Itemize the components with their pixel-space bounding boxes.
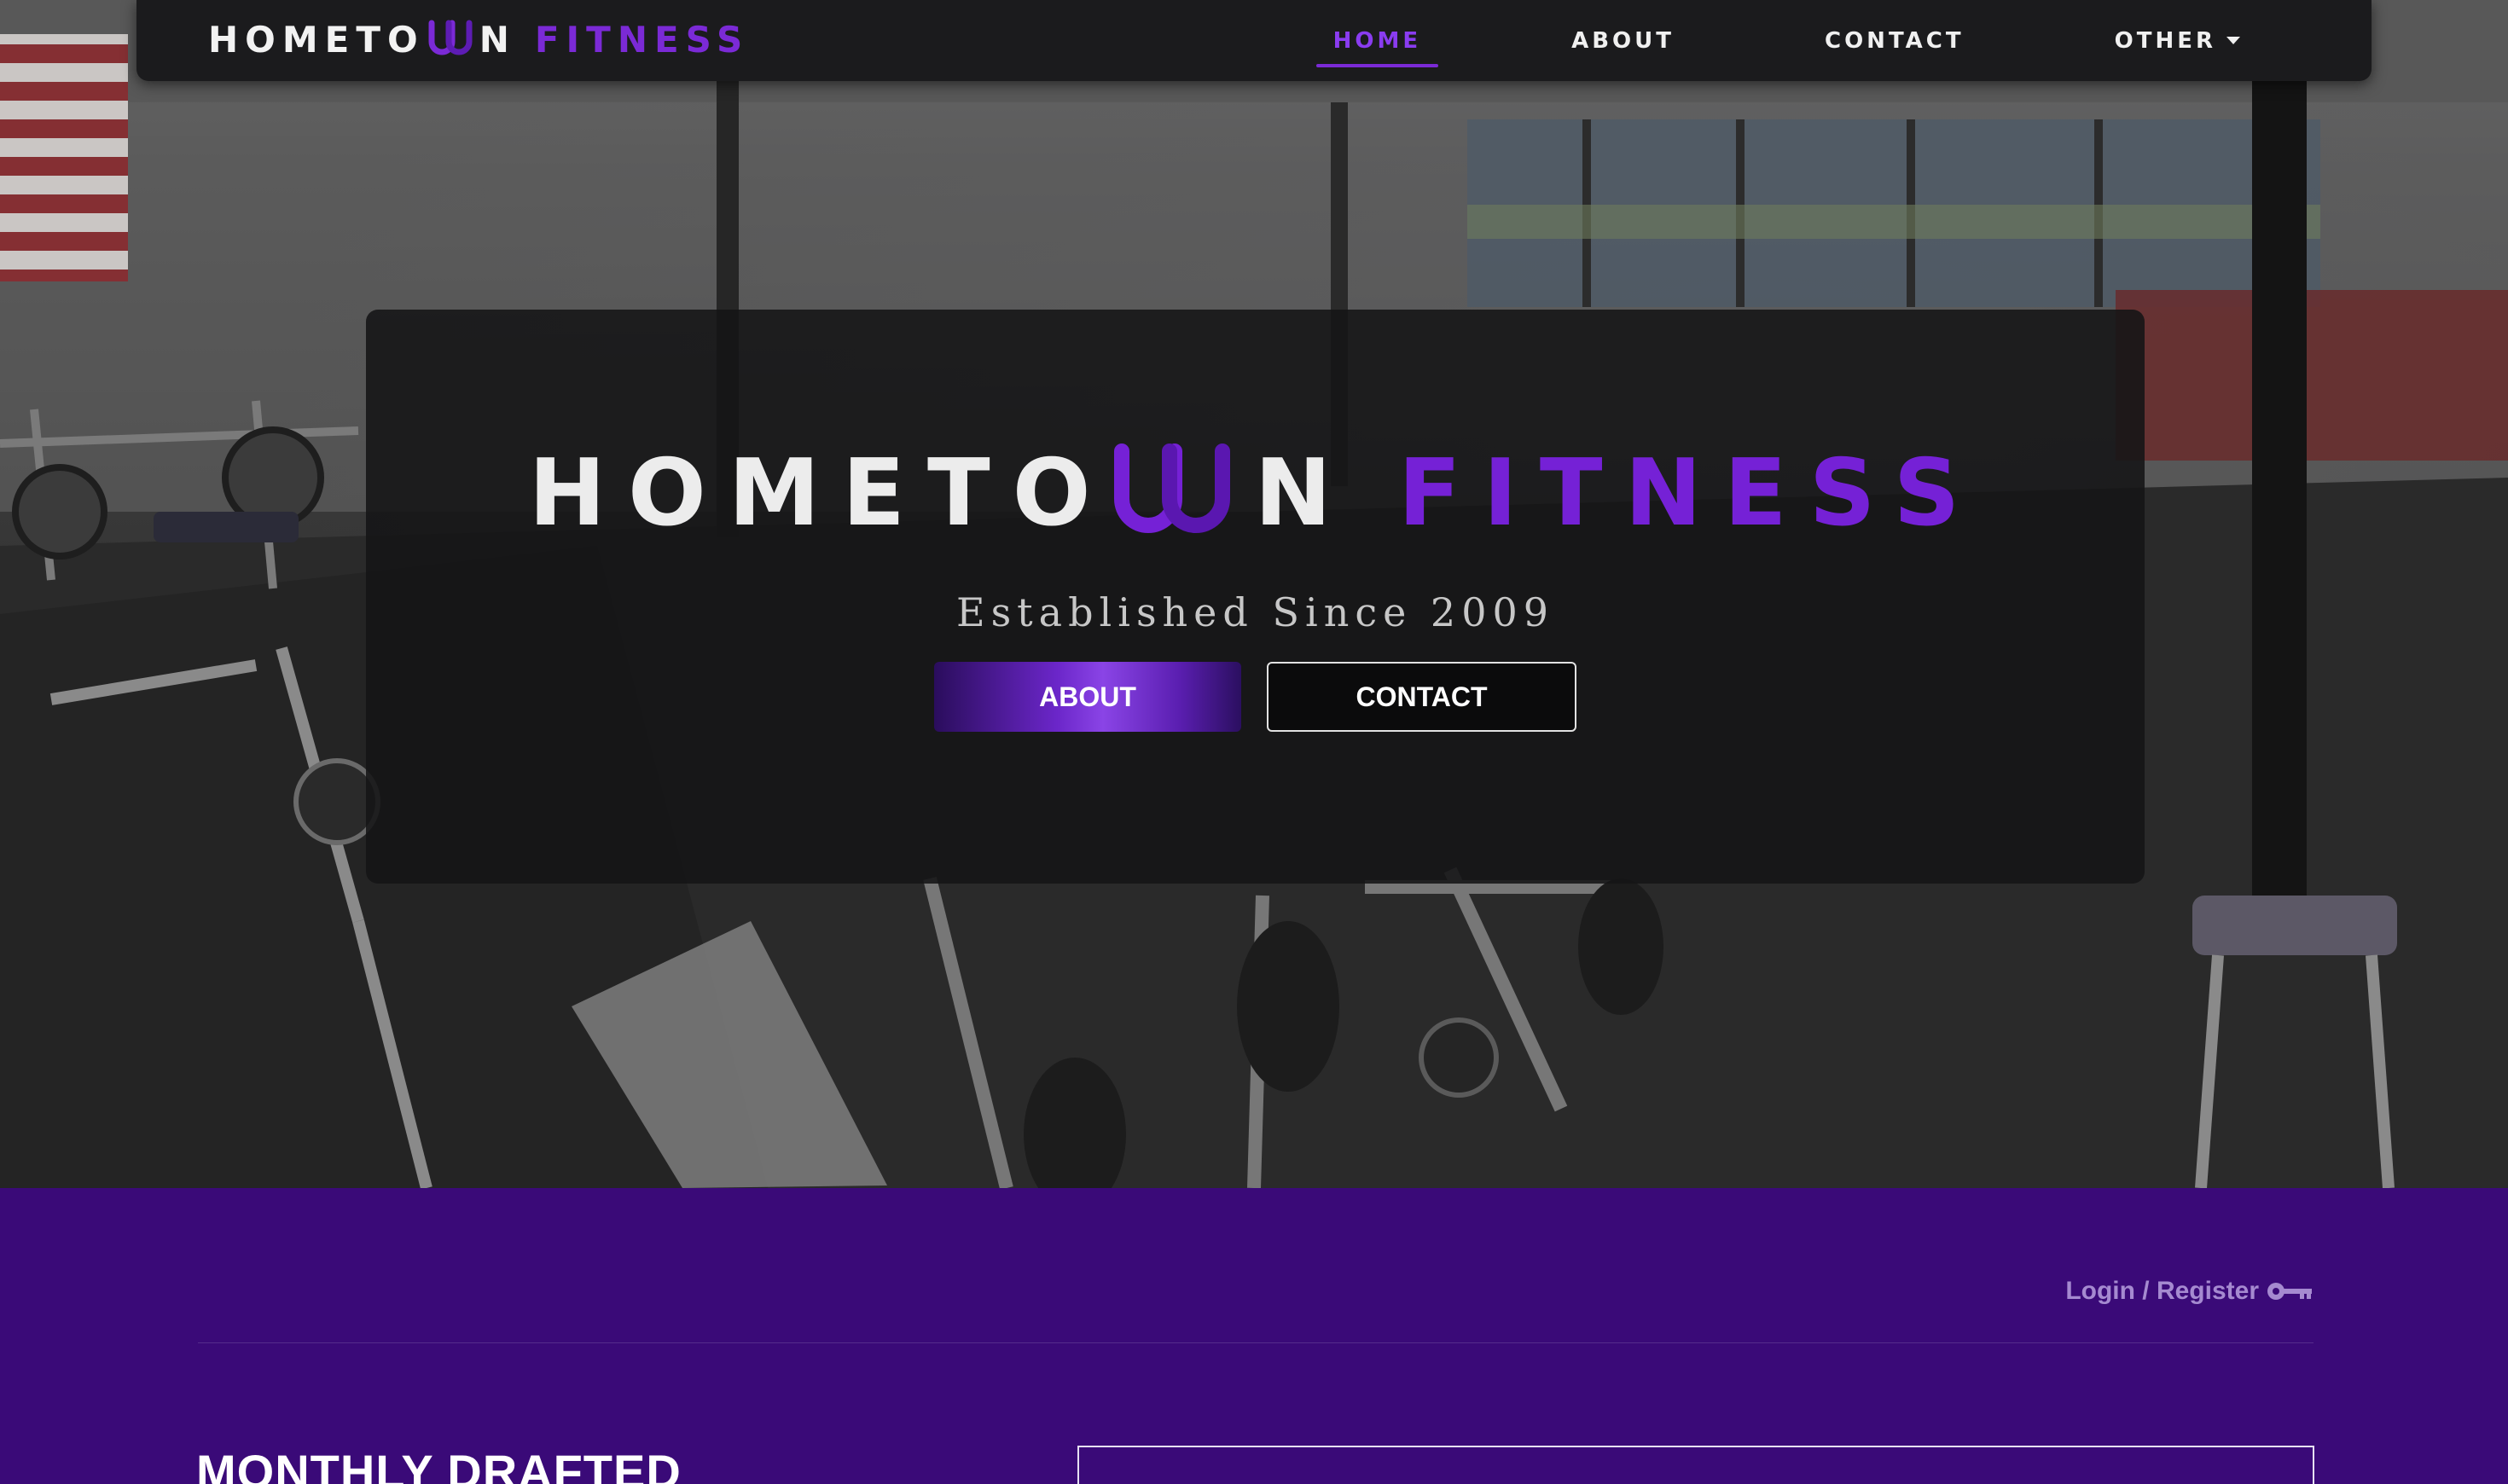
nav-other-label: OTHER: [2114, 27, 2216, 54]
nav-home[interactable]: HOME: [1315, 27, 1439, 67]
nav-about-label: ABOUT: [1571, 27, 1675, 54]
hero-title-part2: N: [1254, 439, 1354, 547]
main-nav: HOME ABOUT CONTACT OTHER: [1315, 0, 2257, 81]
nav-contact-label: CONTACT: [1825, 27, 1965, 54]
nav-contact[interactable]: CONTACT: [1808, 28, 1982, 54]
login-register-label: Login / Register: [2065, 1277, 2259, 1305]
caret-down-icon: [2226, 37, 2240, 44]
navbar: HOMETO N FITNESS HOME ABOUT CONTACT OTHE…: [136, 0, 2372, 81]
horseshoes-icon: [428, 20, 473, 55]
nav-home-label: HOME: [1332, 27, 1422, 54]
contact-button[interactable]: CONTACT: [1267, 662, 1576, 732]
hero-title-part1: HOMETO: [528, 439, 1113, 547]
login-register-link[interactable]: Login / Register: [2065, 1277, 2314, 1306]
brand-text-fitness: FITNESS: [534, 18, 750, 61]
nav-about[interactable]: ABOUT: [1554, 28, 1692, 54]
brand-logo[interactable]: HOMETO N FITNESS: [208, 15, 749, 63]
hero-title: HOMETO N FITNESS: [366, 438, 2145, 548]
hero-banner: HOMETO N FITNESS HOME ABOUT CONTACT OTHE…: [0, 0, 2508, 1188]
section-heading: MONTHLY DRAFTED: [196, 1445, 682, 1484]
content-box: [1077, 1446, 2314, 1484]
brand-text-part2: N: [479, 18, 516, 61]
hero-buttons: ABOUT CONTACT: [366, 662, 2145, 732]
about-button[interactable]: ABOUT: [934, 662, 1241, 732]
hero-tagline: Established Since 2009: [955, 589, 1554, 635]
horseshoes-icon: [1113, 443, 1230, 533]
hero-title-fitness: FITNESS: [1397, 439, 1983, 547]
content-section: Login / Register MONTHLY DRAFTED: [0, 1188, 2508, 1484]
section-divider: [198, 1342, 2314, 1343]
nav-other-dropdown[interactable]: OTHER: [2098, 28, 2257, 54]
key-icon: [2267, 1283, 2312, 1300]
brand-text-part1: HOMETO: [208, 18, 425, 61]
flag: [0, 34, 128, 281]
hero-panel: HOMETO N FITNESS Established Since 2009 …: [366, 310, 2145, 884]
